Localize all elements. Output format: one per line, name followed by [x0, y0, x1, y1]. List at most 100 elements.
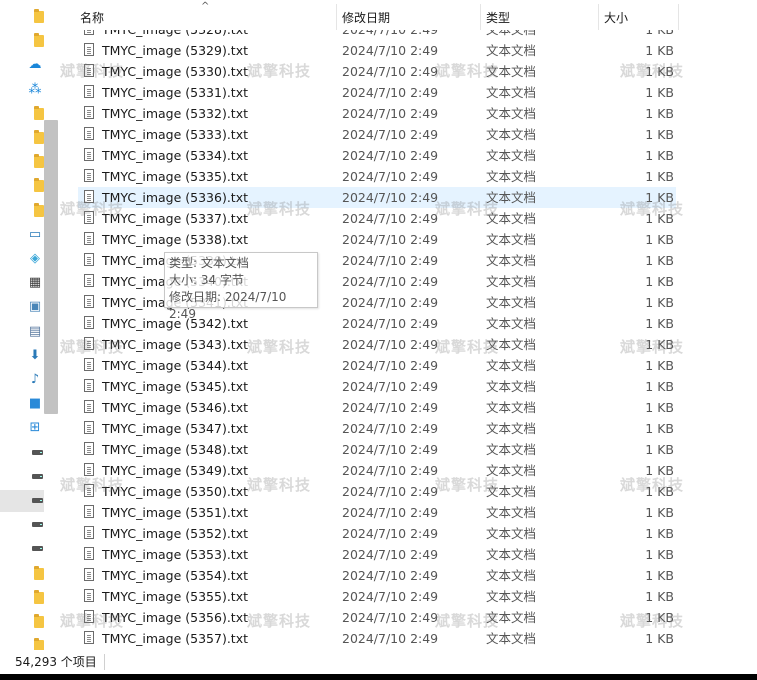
nav-item[interactable]: ♪	[0, 369, 44, 391]
file-type: 文本文档	[486, 64, 537, 79]
nav-item[interactable]: ▦	[0, 272, 44, 294]
nav-item[interactable]	[0, 30, 44, 52]
file-explorer-window: ☁ ⁂ ▭ ◈ ▦ ▣ ▤ ⬇ ♪ ■ ⊞ ^ 名称 修改日期 类型 大小 TMYC_image (…	[0, 0, 757, 680]
text-file-icon	[84, 274, 94, 287]
file-size: 1 KB	[645, 295, 674, 310]
nav-item[interactable]	[0, 514, 44, 536]
nav-item[interactable]	[0, 490, 44, 512]
file-row[interactable]: TMYC_image (5342).txt 2024/7/10 2:49 文本文档 1…	[78, 313, 676, 334]
file-row[interactable]: TMYC_image (5349).txt 2024/7/10 2:49 文本文档 1…	[78, 460, 676, 481]
nav-item[interactable]: ▣	[0, 296, 44, 318]
nav-item[interactable]: ⁂	[0, 79, 44, 101]
nav-item[interactable]	[0, 635, 44, 650]
nav-item[interactable]: ■	[0, 393, 44, 415]
nav-item[interactable]: ◈	[0, 248, 44, 270]
text-file-icon	[84, 547, 94, 560]
navigation-scrollbar[interactable]	[44, 120, 58, 414]
file-date: 2024/7/10 2:49	[342, 190, 439, 205]
text-file-icon	[84, 232, 94, 245]
file-date: 2024/7/10 2:49	[342, 484, 439, 499]
nav-item[interactable]	[0, 611, 44, 633]
file-row[interactable]: TMYC_image (5336).txt 2024/7/10 2:49 文本文档 1…	[78, 187, 676, 208]
nav-item[interactable]	[0, 127, 44, 149]
nav-item[interactable]	[0, 103, 44, 125]
file-row[interactable]: TMYC_image (5331).txt 2024/7/10 2:49 文本文档 1…	[78, 82, 676, 103]
column-header-size[interactable]: 大小	[598, 0, 678, 30]
nav-item[interactable]: ☁	[0, 54, 44, 76]
nav-item[interactable]: ▭	[0, 224, 44, 246]
column-header-date[interactable]: 修改日期	[336, 0, 480, 30]
file-row[interactable]: TMYC_image (5333).txt 2024/7/10 2:49 文本文档 1…	[78, 124, 676, 145]
file-row[interactable]: TMYC_image (5350).txt 2024/7/10 2:49 文本文档 1…	[78, 481, 676, 502]
file-size: 1 KB	[645, 232, 674, 247]
file-row[interactable]: TMYC_image (5348).txt 2024/7/10 2:49 文本文档 1…	[78, 439, 676, 460]
file-date: 2024/7/10 2:49	[342, 463, 439, 478]
file-type: 文本文档	[486, 526, 537, 541]
nav-item[interactable]: ⊞	[0, 417, 44, 439]
file-row[interactable]: TMYC_image (5330).txt 2024/7/10 2:49 文本文档 1…	[78, 61, 676, 82]
nav-item[interactable]	[0, 466, 44, 488]
column-header-name[interactable]: 名称	[74, 0, 336, 30]
window-bottom-edge	[0, 674, 757, 680]
file-row[interactable]: TMYC_image (5337).txt 2024/7/10 2:49 文本文档 1…	[78, 208, 676, 229]
file-row[interactable]: TMYC_image (5334).txt 2024/7/10 2:49 文本文档 1…	[78, 145, 676, 166]
file-row[interactable]: TMYC_image (5328).txt 2024/7/10 2:49 文本文档 1…	[78, 30, 676, 40]
file-type: 文本文档	[486, 568, 537, 583]
file-row[interactable]: TMYC_image (5335).txt 2024/7/10 2:49 文本文档 1…	[78, 166, 676, 187]
file-name: TMYC_image (5335).txt	[102, 169, 248, 184]
nav-item[interactable]	[0, 442, 44, 464]
file-row[interactable]: TMYC_image (5338).txt 2024/7/10 2:49 文本文档 1…	[78, 229, 676, 250]
nav-item[interactable]	[0, 563, 44, 585]
music-icon: ♪	[30, 372, 40, 387]
nav-item[interactable]	[0, 175, 44, 197]
folder-icon	[34, 130, 44, 144]
file-name: TMYC_image (5354).txt	[102, 568, 248, 583]
navigation-pane: ☁ ⁂ ▭ ◈ ▦ ▣ ▤ ⬇ ♪ ■ ⊞	[0, 0, 47, 650]
file-row[interactable]: TMYC_image (5356).txt 2024/7/10 2:49 文本文档 1…	[78, 607, 676, 628]
file-size: 1 KB	[645, 379, 674, 394]
nav-item[interactable]: ▤	[0, 321, 44, 343]
column-header-type[interactable]: 类型	[480, 0, 598, 30]
file-row[interactable]: TMYC_image (5353).txt 2024/7/10 2:49 文本文档 1…	[78, 544, 676, 565]
file-size: 1 KB	[645, 526, 674, 541]
nav-item[interactable]	[0, 587, 44, 609]
column-divider[interactable]	[678, 4, 679, 30]
downloads-icon: ⬇	[29, 347, 41, 363]
nav-item[interactable]	[0, 6, 44, 28]
file-row[interactable]: TMYC_image (5354).txt 2024/7/10 2:49 文本文档 1…	[78, 565, 676, 586]
text-file-icon	[84, 484, 94, 497]
file-size: 1 KB	[645, 274, 674, 289]
text-file-icon	[84, 610, 94, 623]
file-row[interactable]: TMYC_image (5332).txt 2024/7/10 2:49 文本文档 1…	[78, 103, 676, 124]
text-file-icon	[84, 43, 94, 56]
file-row[interactable]: TMYC_image (5345).txt 2024/7/10 2:49 文本文档 1…	[78, 376, 676, 397]
file-type: 文本文档	[486, 190, 537, 205]
file-date: 2024/7/10 2:49	[342, 631, 439, 646]
folder-icon	[34, 202, 44, 217]
file-size: 1 KB	[645, 421, 674, 436]
nav-item[interactable]: ⬇	[0, 345, 44, 367]
file-size: 1 KB	[645, 463, 674, 478]
file-type: 文本文档	[486, 85, 537, 100]
file-type: 文本文档	[486, 43, 537, 58]
file-type: 文本文档	[486, 400, 537, 415]
file-row[interactable]: TMYC_image (5329).txt 2024/7/10 2:49 文本文档 1…	[78, 40, 676, 61]
file-date: 2024/7/10 2:49	[342, 568, 439, 583]
nav-item[interactable]	[0, 200, 44, 222]
text-file-icon	[84, 526, 94, 539]
file-row[interactable]: TMYC_image (5352).txt 2024/7/10 2:49 文本文档 1…	[78, 523, 676, 544]
file-row[interactable]: TMYC_image (5355).txt 2024/7/10 2:49 文本文档 1…	[78, 586, 676, 607]
text-file-icon	[84, 421, 94, 434]
file-size: 1 KB	[645, 505, 674, 520]
file-row[interactable]: TMYC_image (5344).txt 2024/7/10 2:49 文本文档 1…	[78, 355, 676, 376]
file-row[interactable]: TMYC_image (5346).txt 2024/7/10 2:49 文本文档 1…	[78, 397, 676, 418]
file-row[interactable]: TMYC_image (5357).txt 2024/7/10 2:49 文本文档 1…	[78, 628, 676, 649]
nav-item[interactable]	[0, 538, 44, 560]
file-row[interactable]: TMYC_image (5343).txt 2024/7/10 2:49 文本文档 1…	[78, 334, 676, 355]
onedrive-cloud-icon: ☁	[28, 57, 42, 73]
nav-item[interactable]	[0, 151, 44, 173]
file-name: TMYC_image (5338).txt	[102, 232, 248, 247]
file-row[interactable]: TMYC_image (5351).txt 2024/7/10 2:49 文本文档 1…	[78, 502, 676, 523]
file-name: TMYC_image (5350).txt	[102, 484, 248, 499]
file-row[interactable]: TMYC_image (5347).txt 2024/7/10 2:49 文本文档 1…	[78, 418, 676, 439]
